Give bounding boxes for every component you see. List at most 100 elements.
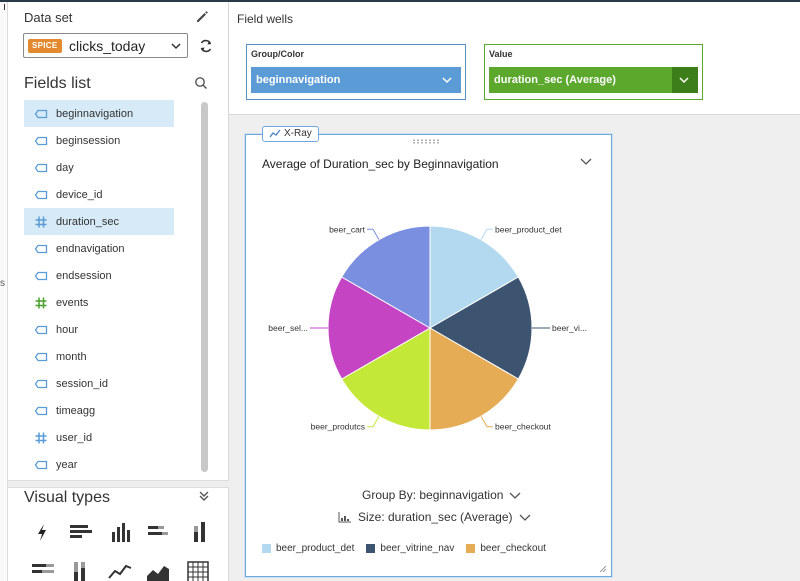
dataset-select[interactable]: SPICE clicks_today <box>23 33 188 58</box>
field-item[interactable]: day <box>24 154 174 181</box>
field-item[interactable]: year <box>24 451 174 478</box>
group-color-well[interactable]: Group/Color beginnavigation <box>246 44 466 100</box>
group-color-label: Group/Color <box>251 49 304 59</box>
left-panel: Data set SPICE clicks_today Fields list … <box>8 2 229 581</box>
legend-label: beer_product_det <box>276 543 355 554</box>
stacked-column-chart-icon[interactable] <box>184 518 212 546</box>
vertical-bar-chart-icon[interactable] <box>106 518 134 546</box>
chevron-down-icon[interactable] <box>441 74 453 86</box>
slice-label: beer_vi... <box>552 323 587 333</box>
field-item-label: year <box>56 458 78 471</box>
value-well[interactable]: Value duration_sec (Average) <box>484 44 703 100</box>
pie-chart[interactable]: beer_product_det beer_vi... beer_checkout b… <box>245 200 612 460</box>
dimension-tag-icon <box>34 406 48 415</box>
drag-handle-icon[interactable] <box>412 139 440 144</box>
dimension-tag-icon <box>34 325 48 334</box>
fields-scrollbar[interactable] <box>201 102 208 472</box>
field-item-label: hour <box>56 323 79 336</box>
collapsed-side-strip[interactable]: s <box>0 2 8 581</box>
field-item-label: duration_sec <box>56 215 119 228</box>
size-by-control[interactable]: Size: duration_sec (Average) <box>338 510 531 524</box>
field-wells-area: Field wells Group/Color beginnavigation … <box>229 2 800 115</box>
field-item[interactable]: events <box>24 289 174 316</box>
field-item-label: user_id <box>56 431 93 444</box>
horizontal-bar-chart-icon[interactable] <box>66 518 94 546</box>
dimension-tag-icon <box>34 163 48 172</box>
dimension-tag-icon <box>34 244 48 253</box>
slice-label: beer_checkout <box>495 422 551 432</box>
dimension-tag-icon <box>34 109 48 118</box>
field-item[interactable]: beginsession <box>24 127 174 154</box>
legend-item[interactable]: beer_vitrine_nav <box>366 543 454 554</box>
slice-leader-line <box>480 416 493 428</box>
field-item-label: endsession <box>56 269 112 282</box>
stacked-bar-chart-icon[interactable] <box>144 518 172 546</box>
visual-menu-chevron-icon[interactable] <box>580 155 592 167</box>
refresh-icon[interactable] <box>198 38 214 54</box>
slice-leader-line <box>367 416 380 428</box>
legend-swatch <box>366 544 376 553</box>
field-item-label: events <box>56 296 89 309</box>
legend-item[interactable]: beer_checkout <box>466 543 546 554</box>
value-field[interactable]: duration_sec (Average) <box>489 67 698 93</box>
chevron-down-icon <box>519 514 530 521</box>
slice-label: beer_cart <box>329 224 366 234</box>
field-item[interactable]: hour <box>24 316 174 343</box>
field-item[interactable]: device_id <box>24 181 174 208</box>
group-color-value: beginnavigation <box>256 74 341 86</box>
field-item[interactable]: session_id <box>24 370 174 397</box>
dimension-tag-icon <box>34 379 48 388</box>
dimension-tag-icon <box>34 136 48 145</box>
slice-label: beer_product_det <box>495 224 562 234</box>
group-by-control[interactable]: Group By: beginnavigation <box>362 488 521 502</box>
dimension-tag-icon <box>34 190 48 199</box>
slice-label: beer_sel... <box>268 323 308 333</box>
field-item-label: session_id <box>56 377 108 390</box>
vertical-stacked-100-icon[interactable] <box>66 558 94 581</box>
field-item[interactable]: user_id <box>24 424 174 451</box>
slice-leader-line <box>367 228 380 240</box>
measure-hash-icon <box>35 216 47 227</box>
spice-badge: SPICE <box>28 39 62 53</box>
slice-label: beer_produtcs <box>311 422 365 432</box>
area-chart-icon[interactable] <box>144 558 172 581</box>
value-dropdown-button[interactable] <box>672 67 698 93</box>
collapse-chevrons-icon[interactable] <box>198 490 210 502</box>
field-item[interactable]: timeagg <box>24 397 174 424</box>
dataset-name: clicks_today <box>69 38 146 54</box>
field-item[interactable]: duration_sec <box>24 208 174 235</box>
group-color-field[interactable]: beginnavigation <box>251 67 461 93</box>
slice-leader-line <box>480 228 493 240</box>
field-item[interactable]: endsession <box>24 262 174 289</box>
chevron-down-icon <box>509 492 521 499</box>
legend-item[interactable]: beer_product_det <box>262 543 354 554</box>
line-chart-icon[interactable] <box>106 558 134 581</box>
autograph-icon[interactable] <box>28 518 56 546</box>
resize-handle-icon[interactable] <box>599 565 607 573</box>
chevron-down-icon <box>679 77 689 84</box>
value-label: Value <box>489 49 513 59</box>
dataset-label: Data set <box>24 10 73 25</box>
side-strip-marker <box>4 4 5 10</box>
panel-divider <box>8 480 229 488</box>
fields-list: beginnavigation beginsession day device_idd… <box>24 100 174 478</box>
field-item-label: month <box>56 350 87 363</box>
dimension-tag-icon <box>34 460 48 469</box>
measure-hash-icon <box>35 432 47 443</box>
field-item-label: device_id <box>56 188 103 201</box>
legend-label: beer_checkout <box>480 543 546 554</box>
pivot-table-icon[interactable] <box>184 558 212 581</box>
field-item-label: timeagg <box>56 404 96 417</box>
field-item[interactable]: beginnavigation <box>24 100 174 127</box>
visual-types-title: Visual types <box>24 489 110 506</box>
field-wells-title: Field wells <box>237 12 294 26</box>
field-item-label: beginnavigation <box>56 107 134 120</box>
chevron-down-icon <box>171 43 181 50</box>
horizontal-stacked-100-icon[interactable] <box>28 558 56 581</box>
field-item[interactable]: month <box>24 343 174 370</box>
field-item[interactable]: endnavigation <box>24 235 174 262</box>
search-icon[interactable] <box>194 76 208 90</box>
side-strip-letter: s <box>0 278 5 289</box>
edit-pencil-icon[interactable] <box>194 8 210 24</box>
xray-tab[interactable]: X-Ray <box>262 126 319 142</box>
